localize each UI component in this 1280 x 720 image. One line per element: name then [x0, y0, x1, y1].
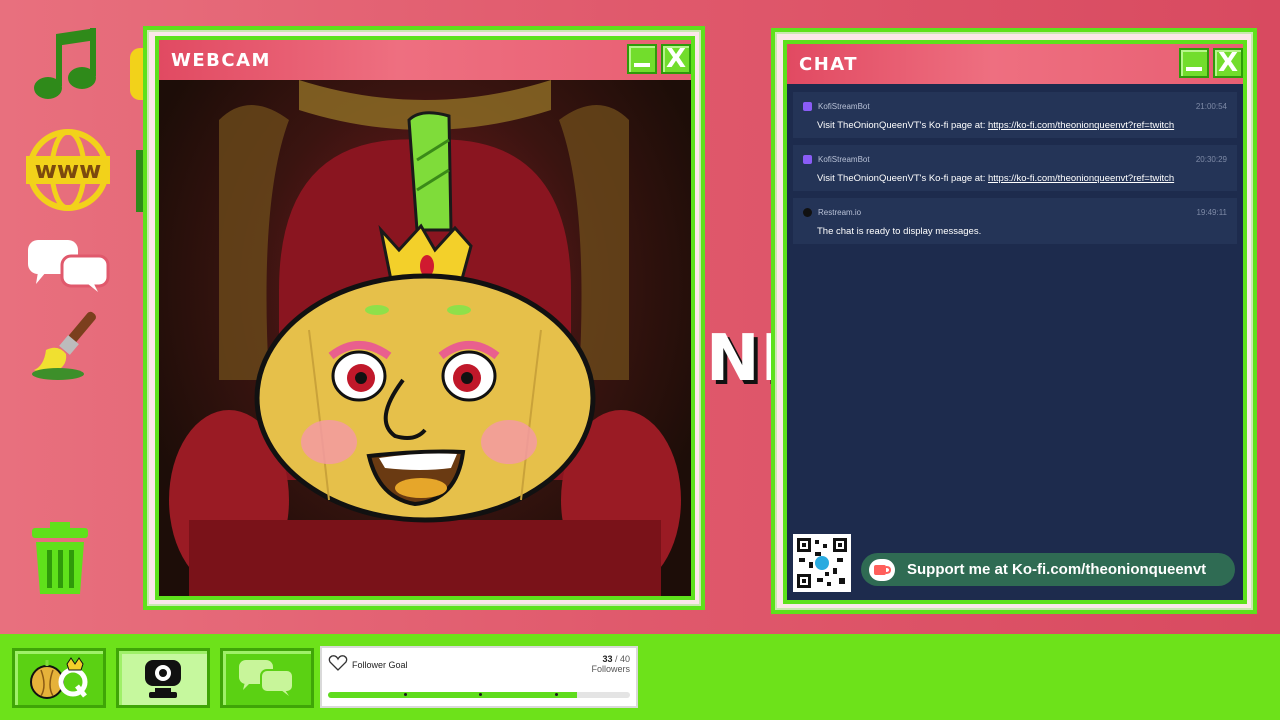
- taskbar-webcam-app[interactable]: [116, 648, 210, 708]
- chat-author: Restream.io: [818, 207, 862, 217]
- chat-window: CHAT X KofiStreamBot 21:00:54 Visit TheO…: [771, 28, 1257, 614]
- chat-message: KofiStreamBot 20:30:29 Visit TheOnionQue…: [793, 145, 1237, 191]
- webcam-window: WEBCAM X: [143, 26, 705, 610]
- chat-time: 19:49:11: [1196, 207, 1227, 217]
- taskbar-chat-app[interactable]: [220, 648, 314, 708]
- taskbar: Follower Goal 33 / 40 Followers: [0, 634, 1280, 720]
- follower-goal-widget: Follower Goal 33 / 40 Followers: [320, 646, 638, 708]
- chat-window-frame: CHAT X KofiStreamBot 21:00:54 Visit TheO…: [783, 40, 1247, 604]
- webcam-window-frame: WEBCAM X: [155, 36, 695, 600]
- chat-text: Visit TheOnionQueenVT's Ko-fi page at: h…: [803, 120, 1227, 131]
- follower-current: 33: [602, 654, 613, 664]
- trash-can-icon[interactable]: [30, 520, 90, 596]
- paintbrush-icon[interactable]: [28, 308, 112, 384]
- webcam-close-label: X: [665, 44, 687, 74]
- chat-link[interactable]: https://ko-fi.com/theonionqueenvt?ref=tw…: [988, 173, 1174, 184]
- follower-separator: /: [612, 654, 620, 664]
- music-note-icon[interactable]: [30, 28, 100, 102]
- www-globe-icon[interactable]: www: [26, 128, 110, 212]
- chat-author: KofiStreamBot: [818, 101, 870, 111]
- kofi-support-banner[interactable]: Support me at Ko-fi.com/theonionqueenvt: [861, 553, 1235, 586]
- chat-text-content: Visit TheOnionQueenVT's Ko-fi page at:: [817, 173, 988, 184]
- qr-code[interactable]: [793, 534, 851, 592]
- kofi-cup-icon: [869, 558, 895, 581]
- webcam-titlebar[interactable]: WEBCAM X: [159, 40, 691, 80]
- chat-text: The chat is ready to display messages.: [817, 226, 982, 237]
- chat-text-content: Visit TheOnionQueenVT's Ko-fi page at:: [817, 120, 988, 131]
- chat-time: 20:30:29: [1195, 154, 1227, 164]
- progress-tick: [403, 693, 407, 696]
- restream-icon: [803, 207, 812, 217]
- webcam-title: WEBCAM: [171, 49, 271, 71]
- chat-minimize-button[interactable]: [1179, 48, 1209, 78]
- follower-target: 40: [619, 654, 630, 664]
- onion-queen-logo-icon: [30, 657, 88, 699]
- chat-message: KofiStreamBot 21:00:54 Visit TheOnionQue…: [793, 92, 1237, 138]
- webcam-icon: [145, 660, 181, 698]
- chat-close-label: X: [1217, 48, 1239, 78]
- onion-queen-avatar: [169, 80, 681, 596]
- follower-goal-label: Follower Goal: [352, 660, 408, 670]
- progress-tick: [479, 693, 482, 696]
- chat-body: KofiStreamBot 21:00:54 Visit TheOnionQue…: [787, 84, 1243, 600]
- webcam-close-button[interactable]: X: [661, 44, 691, 74]
- heart-hands-icon: [328, 655, 348, 671]
- chat-author: KofiStreamBot: [818, 154, 870, 164]
- chat-bubbles-icon[interactable]: [26, 238, 110, 294]
- chat-titlebar[interactable]: CHAT X: [787, 44, 1243, 84]
- webcam-feed: [159, 80, 691, 596]
- twitch-icon: [803, 101, 812, 111]
- progress-tick: [554, 693, 558, 696]
- follower-goal-count: 33 / 40 Followers: [591, 654, 630, 674]
- kofi-banner-label: Support me at Ko-fi.com/theonionqueenvt: [907, 561, 1207, 578]
- follower-unit: Followers: [591, 664, 630, 674]
- chat-message: Restream.io 19:49:11 The chat is ready t…: [793, 198, 1237, 244]
- chat-bubbles-icon: [239, 660, 294, 696]
- chat-text: Visit TheOnionQueenVT's Ko-fi page at: h…: [803, 173, 1227, 184]
- webcam-minimize-button[interactable]: [627, 44, 657, 74]
- chat-time: 21:00:54: [1195, 101, 1227, 111]
- chat-close-button[interactable]: X: [1213, 48, 1243, 78]
- follower-goal-progress-bar: [328, 692, 630, 698]
- chat-link[interactable]: https://ko-fi.com/theonionqueenvt?ref=tw…: [988, 120, 1174, 131]
- taskbar-onion-queen-app[interactable]: [12, 648, 106, 708]
- chat-title: CHAT: [799, 53, 859, 75]
- svg-text:www: www: [35, 156, 102, 184]
- twitch-icon: [803, 154, 812, 164]
- follower-goal-progress-fill: [328, 692, 578, 698]
